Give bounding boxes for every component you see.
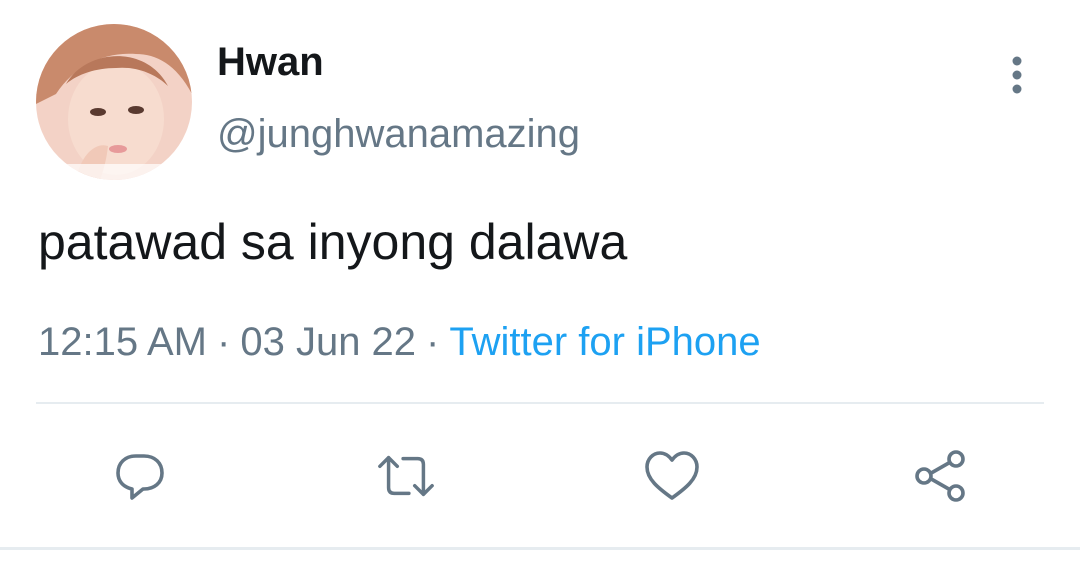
avatar[interactable] [36, 24, 192, 180]
share-icon [915, 450, 965, 502]
share-button[interactable] [910, 446, 970, 506]
tweet-meta: 12:15 AM · 03 Jun 22 · Twitter for iPhone [38, 318, 761, 366]
more-options-button[interactable] [996, 54, 1038, 96]
reply-button[interactable] [110, 446, 170, 506]
user-handle[interactable]: @junghwanamazing [217, 110, 580, 158]
tweet-text: patawad sa inyong dalawa [38, 214, 628, 270]
meta-separator: · [217, 320, 231, 364]
bottom-divider [0, 547, 1080, 550]
display-name[interactable]: Hwan [217, 38, 324, 86]
retweet-icon [378, 455, 434, 497]
retweet-button[interactable] [376, 446, 436, 506]
heart-icon [645, 451, 699, 500]
more-vertical-icon [1012, 56, 1022, 94]
tweet-client-link[interactable]: Twitter for iPhone [449, 320, 760, 364]
divider [36, 402, 1044, 404]
avatar-photo [36, 24, 192, 180]
meta-separator: · [426, 320, 440, 364]
like-button[interactable] [642, 446, 702, 506]
tweet-date: 03 Jun 22 [240, 320, 417, 364]
tweet-time: 12:15 AM [38, 320, 208, 364]
reply-icon [116, 454, 164, 500]
